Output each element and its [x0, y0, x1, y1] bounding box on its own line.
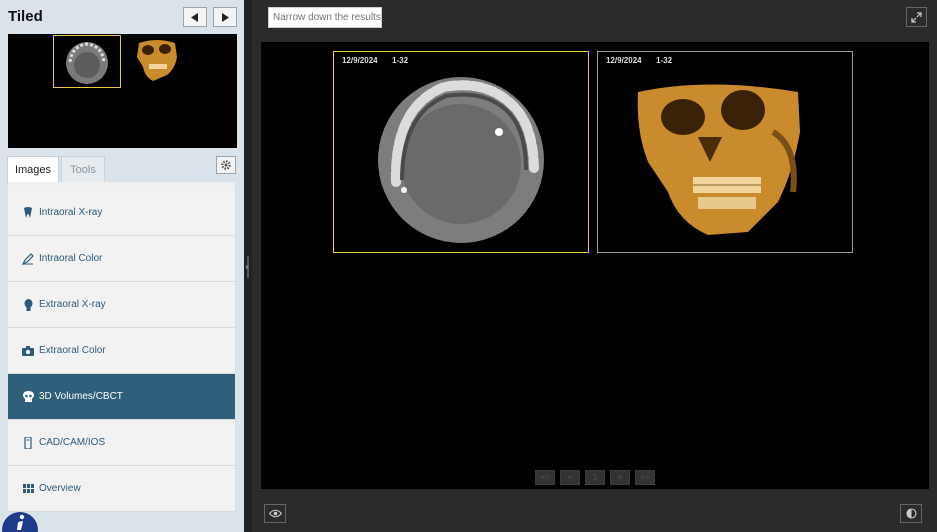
viewer-panel: 12/9/2024 1-32 12/9/2024 1-32 — [252, 0, 937, 532]
category-extraoral-color[interactable]: Extraoral Color — [8, 328, 235, 374]
category-overview[interactable]: Overview — [8, 466, 235, 512]
category-intraoral-color[interactable]: Intraoral Color — [8, 236, 235, 282]
category-label: Intraoral Color — [39, 253, 103, 264]
image-tile-3d-volume[interactable]: 12/9/2024 1-32 — [597, 51, 853, 253]
triangle-left-icon — [191, 12, 198, 22]
thumbnail-3d-skull[interactable] — [131, 37, 183, 83]
previous-page-button[interactable]: < — [560, 470, 580, 485]
category-label: Extraoral X-ray — [39, 299, 106, 310]
category-intraoral-xray[interactable]: Intraoral X-ray — [8, 190, 235, 236]
image-tile-axial[interactable]: 12/9/2024 1-32 — [333, 51, 589, 253]
drag-handle-icon — [246, 256, 249, 278]
tooth-icon — [22, 206, 34, 219]
3d-skull-render — [637, 84, 800, 235]
filter-input[interactable] — [268, 7, 382, 28]
visibility-button[interactable] — [264, 504, 286, 523]
fullscreen-button[interactable] — [906, 7, 927, 27]
info-icon — [17, 514, 25, 530]
category-label: Overview — [39, 483, 81, 494]
next-page-button[interactable]: > — [610, 470, 630, 485]
panel-tabs: Images Tools — [0, 152, 244, 183]
image-category-list: Intraoral X-ray Intraoral Color Extraora… — [8, 182, 235, 512]
settings-button[interactable] — [216, 156, 236, 174]
app-window: Tiled Images Tools Intraoral X-ray Intra… — [0, 0, 937, 532]
info-button[interactable] — [2, 512, 38, 532]
category-label: CAD/CAM/IOS — [39, 437, 106, 448]
axial-slice-thumbnail-image — [66, 42, 108, 84]
first-page-button[interactable]: << — [535, 470, 555, 485]
left-panel-header: Tiled — [0, 0, 244, 34]
category-label: 3D Volumes/CBCT — [39, 391, 123, 402]
category-3d-volumes-cbct[interactable]: 3D Volumes/CBCT — [8, 374, 235, 420]
thumbnail-strip — [8, 34, 237, 148]
skull-thumbnail-image — [137, 40, 177, 81]
category-extraoral-xray[interactable]: Extraoral X-ray — [8, 282, 235, 328]
camera-icon — [22, 345, 34, 357]
previous-button[interactable] — [183, 7, 207, 27]
left-panel: Tiled Images Tools Intraoral X-ray Intra… — [0, 0, 244, 532]
category-label: Extraoral Color — [39, 345, 106, 356]
thumbnail-axial-slice[interactable] — [53, 35, 121, 88]
panel-splitter[interactable] — [244, 0, 252, 532]
eye-icon — [268, 509, 282, 518]
expand-icon — [911, 11, 922, 23]
tab-images[interactable]: Images — [7, 156, 59, 183]
panel-title: Tiled — [8, 8, 43, 25]
tab-tools[interactable]: Tools — [61, 156, 105, 183]
scanner-icon — [22, 436, 34, 449]
image-viewer: 12/9/2024 1-32 12/9/2024 1-32 << < 1 > >… — [261, 42, 929, 489]
grid-icon — [22, 483, 34, 495]
page-number-button[interactable]: 1 — [585, 470, 605, 485]
last-page-button[interactable]: >> — [635, 470, 655, 485]
contrast-icon — [905, 508, 917, 519]
head-icon — [22, 298, 34, 311]
pagination: << < 1 > >> — [535, 470, 655, 485]
axial-ct-image — [378, 77, 544, 243]
next-button[interactable] — [213, 7, 237, 27]
category-label: Intraoral X-ray — [39, 207, 103, 218]
pen-icon — [22, 252, 34, 265]
contrast-button[interactable] — [900, 504, 922, 523]
gear-icon — [221, 160, 231, 170]
skull-icon — [22, 390, 34, 403]
viewer-toolbar — [252, 494, 937, 532]
triangle-right-icon — [222, 12, 229, 22]
category-cad-cam-ios[interactable]: CAD/CAM/IOS — [8, 420, 235, 466]
